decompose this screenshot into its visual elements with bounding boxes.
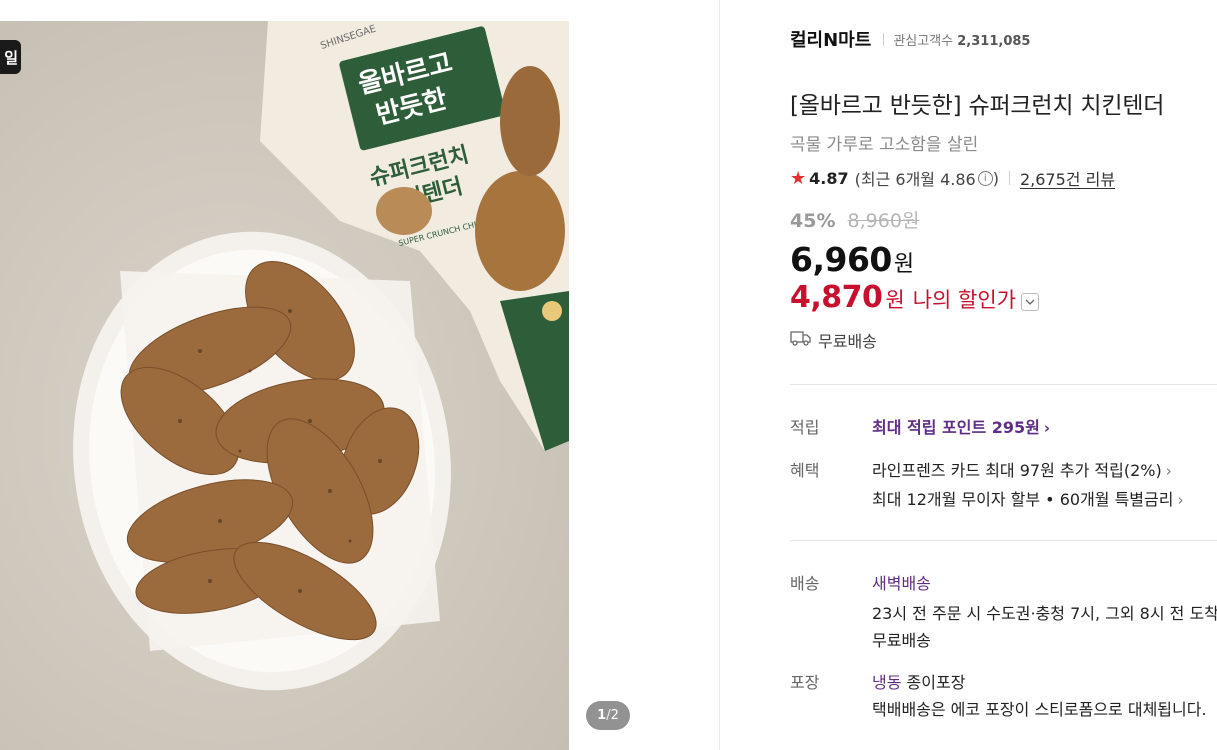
recent-rating: (최근 6개월 4.86	[854, 170, 976, 189]
my-price: 4,870	[790, 280, 883, 315]
pager-total: 2	[610, 708, 619, 723]
sale-price: 6,960	[790, 240, 892, 279]
product-photo-art: 올바르고 반듯한 SHINSEGAE 슈퍼크런치 치킨텐더 SUPER CRUN…	[73, 21, 569, 691]
benefit-line1: 라인프렌즈 카드 최대 97원 추가 적립(2%)	[872, 461, 1162, 480]
benefit-card-link[interactable]: 라인프렌즈 카드 최대 97원 추가 적립(2%) ›	[872, 457, 1172, 481]
original-price-row: 45% 8,960원	[790, 206, 919, 233]
star-icon: ★	[790, 167, 807, 189]
shipping-fee: 무료배송	[818, 332, 877, 351]
info-icon[interactable]: i	[977, 170, 993, 186]
rating-value: 4.87	[809, 168, 849, 188]
packaging-type: 냉동	[872, 673, 902, 692]
pager-separator: /	[606, 708, 611, 723]
currency-unit: 원	[893, 252, 915, 277]
packaging-type-row: 냉동 종이포장	[872, 669, 965, 693]
delivery-fee: 무료배송	[872, 631, 931, 650]
discount-rate: 45%	[790, 210, 836, 232]
delivery-desc: 23시 전 주문 시 수도권·충청 7시, 그외 8시 전 도착	[872, 604, 1217, 623]
rating-row: ★ 4.87 (최근 6개월 4.86 i ) 2,675건 리뷰	[790, 166, 1115, 190]
product-gallery: 올바르고 반듯한 SHINSEGAE 슈퍼크런치 치킨텐더 SUPER CRUN…	[0, 0, 720, 750]
original-price: 8,960원	[847, 210, 920, 232]
chevron-right-icon: ›	[1165, 462, 1172, 480]
product-info: 컬리N마트 관심고객수 2,311,085 [올바르고 반듯한] 슈퍼크런치 치…	[790, 0, 1217, 750]
chevron-right-icon: ›	[1043, 419, 1051, 437]
product-subtitle: 곡물 가루로 고소함을 살린	[790, 135, 979, 155]
recent-rating-close: )	[992, 168, 999, 188]
my-price-row[interactable]: 4,870 원 나의 할인가	[790, 280, 1040, 315]
divider	[790, 384, 1217, 385]
price-row: 6,960 원	[790, 240, 914, 279]
truck-icon	[790, 330, 812, 350]
benefit-installment-link[interactable]: 최대 12개월 무이자 할부 • 60개월 특별금리 ›	[872, 486, 1183, 510]
delivery-label: 배송	[790, 574, 820, 593]
packaging-material: 종이포장	[906, 673, 966, 692]
packaging-desc: 택배배송은 에코 포장이 스티로폼으로 대체됩니다.	[872, 700, 1207, 719]
product-title: [올바르고 반듯한] 슈퍼크런치 치킨텐더	[790, 93, 1165, 119]
corner-badge: 일	[0, 40, 21, 74]
points-value: 최대 적립 포인트 295원	[872, 418, 1040, 437]
interest-count: 관심고객수 2,311,085	[893, 30, 1030, 49]
interest-label: 관심고객수	[893, 33, 954, 49]
product-photo[interactable]: 올바르고 반듯한 SHINSEGAE 슈퍼크런치 치킨텐더 SUPER CRUN…	[0, 21, 569, 750]
points-link[interactable]: 최대 적립 포인트 295원 ›	[872, 414, 1050, 438]
points-label: 적립	[790, 418, 820, 437]
benefit-label: 혜택	[790, 461, 820, 480]
brand-divider	[883, 32, 885, 46]
packaging-label: 포장	[790, 673, 820, 692]
pager-current: 1	[597, 708, 607, 723]
my-price-label: 나의 할인가	[912, 288, 1017, 312]
review-count-link[interactable]: 2,675건 리뷰	[1020, 166, 1115, 190]
interest-number: 2,311,085	[957, 33, 1031, 49]
shipping-row: 무료배송	[790, 328, 877, 352]
delivery-type: 새벽배송	[872, 574, 931, 593]
my-currency-unit: 원	[885, 288, 905, 312]
brand-link[interactable]: 컬리N마트	[790, 26, 871, 52]
rating-divider	[1008, 171, 1010, 185]
chevron-right-icon: ›	[1177, 491, 1184, 509]
brand-row: 컬리N마트 관심고객수 2,311,085	[790, 26, 1030, 52]
divider	[790, 540, 1217, 541]
image-pager[interactable]: 1/2	[586, 701, 630, 730]
chevron-down-icon[interactable]	[1021, 293, 1040, 311]
benefit-line2: 최대 12개월 무이자 할부 • 60개월 특별금리	[872, 490, 1174, 509]
